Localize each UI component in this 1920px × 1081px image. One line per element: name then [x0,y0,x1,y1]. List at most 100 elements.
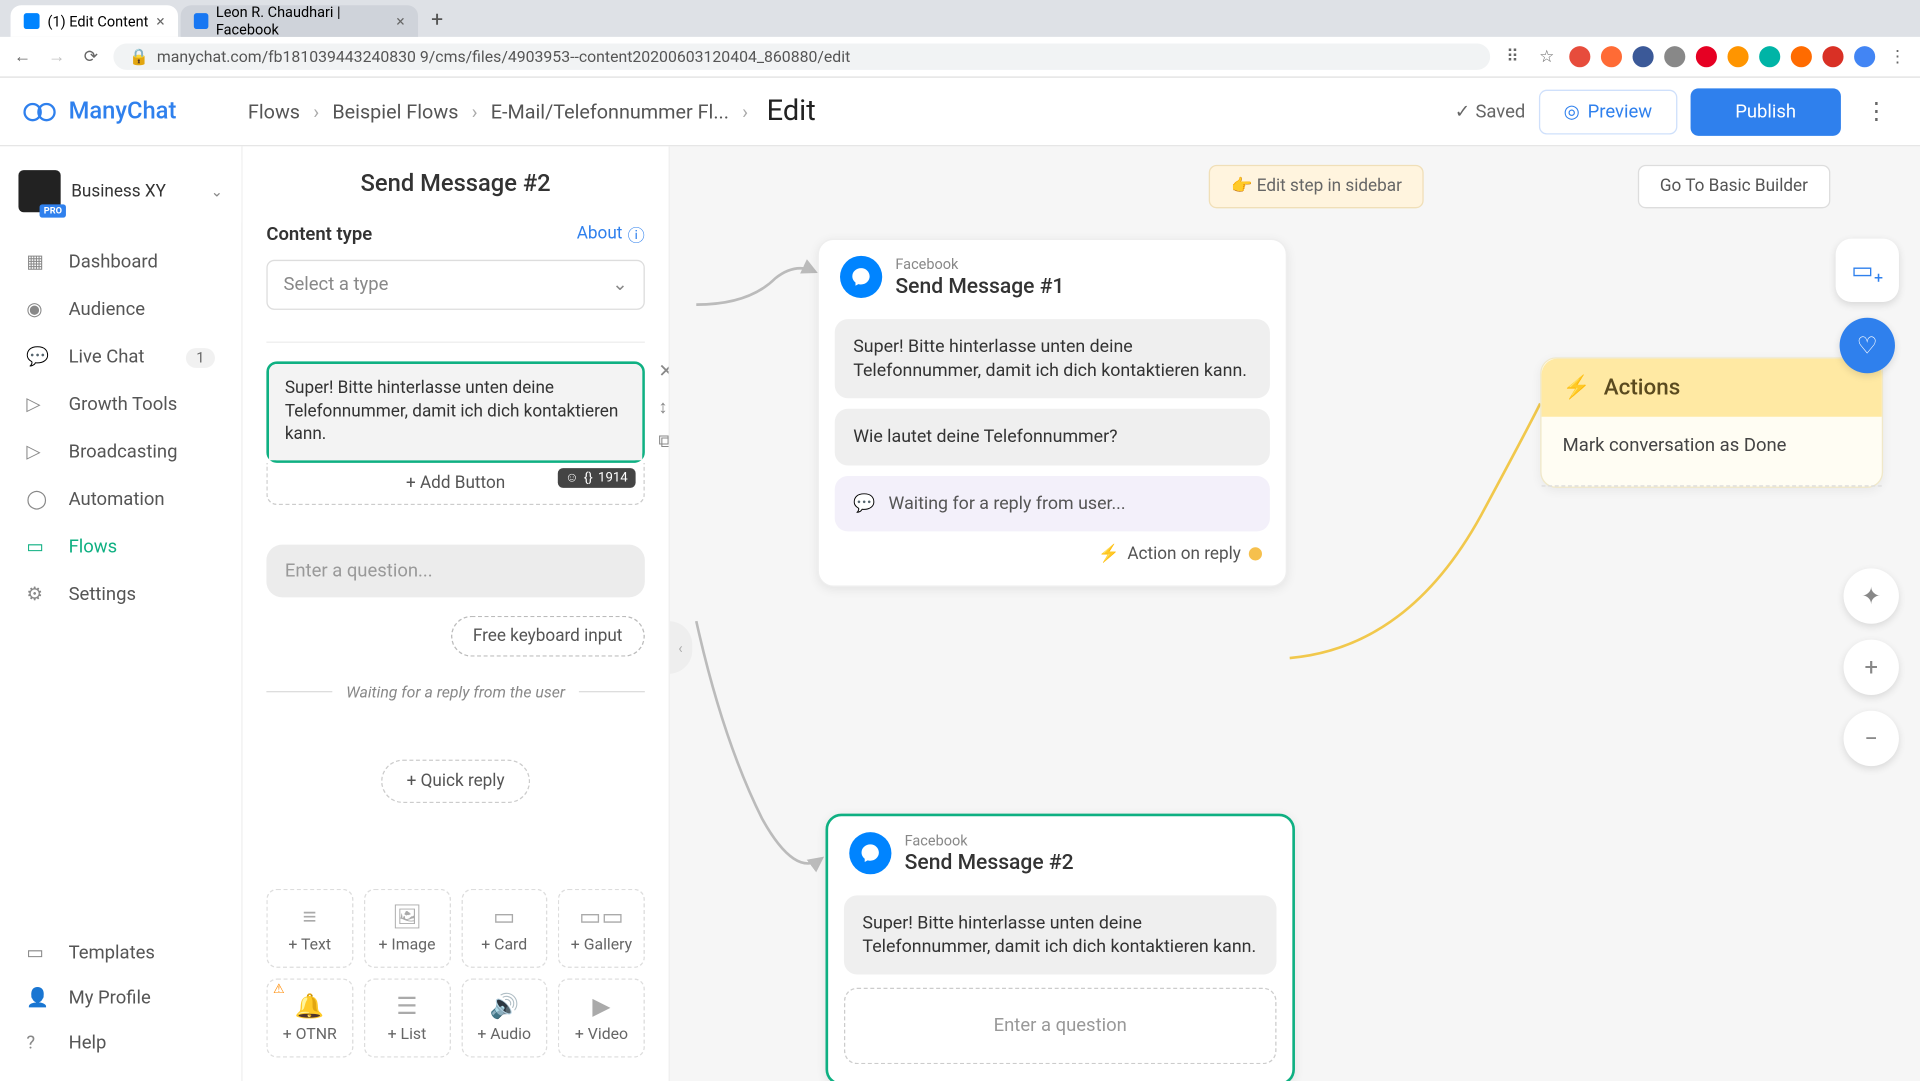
image-icon: 🖼 [370,903,444,929]
sidebar-item-settings[interactable]: ⚙Settings [0,571,241,618]
publish-button[interactable]: Publish [1690,88,1841,135]
tab-title: Leon R. Chaudhari | Facebook [216,4,388,38]
ext-icon[interactable] [1727,46,1748,67]
forward-icon[interactable]: → [45,46,69,67]
sidebar-item-templates[interactable]: ▭Templates [0,931,241,976]
zoom-out-button[interactable]: − [1844,711,1899,766]
content-type-select[interactable]: Select a type ⌄ [266,260,644,310]
message-bubble[interactable]: Super! Bitte hinterlasse unten deine Tel… [844,895,1277,975]
sidebar-item-audience[interactable]: ◉Audience [0,286,241,333]
app-topbar: ManyChat Flows › Beispiel Flows › E-Mail… [0,78,1920,147]
block-type-video[interactable]: ▶+ Video [558,978,645,1057]
translate-icon[interactable]: ⠿ [1501,47,1525,67]
messenger-icon [849,832,891,874]
actions-header: ⚡ Actions [1542,359,1882,417]
brand-logo[interactable]: ManyChat [21,93,232,130]
ext-icon[interactable] [1822,46,1843,67]
node-header: Facebook Send Message #1 [819,240,1286,309]
block-type-otnr[interactable]: 🔔+ OTNR [266,978,353,1057]
sidebar-item-flows[interactable]: ▭Flows [0,524,241,571]
sidebar-item-livechat[interactable]: 💬Live Chat1 [0,334,241,381]
crumb[interactable]: Flows [248,100,300,124]
crumb[interactable]: Beispiel Flows [332,100,458,124]
flow-node-actions[interactable]: ⚡ Actions Mark conversation as Done [1540,357,1883,488]
avatar-icon[interactable] [1854,46,1875,67]
star-icon[interactable]: ☆ [1535,47,1559,67]
new-tab-button[interactable]: + [421,6,454,31]
collapse-panel-handle[interactable]: ‹ [670,621,692,674]
assist-button[interactable]: ♡ [1840,318,1895,373]
sidebar-item-automation[interactable]: ◯Automation [0,476,241,523]
reload-icon[interactable]: ⟳ [79,47,103,67]
block-type-card[interactable]: ▭+ Card [461,889,548,968]
sidebar-item-profile[interactable]: 👤My Profile [0,976,241,1021]
add-button[interactable]: + Add Button ☺ {} 1914 [266,462,644,504]
question-input[interactable]: Enter a question... [266,544,644,597]
step-title[interactable]: Send Message #2 [266,170,644,198]
close-icon[interactable]: × [396,12,404,30]
add-step-button[interactable]: ▭₊ [1836,239,1899,302]
node-title: Send Message #2 [905,849,1074,874]
braces-icon[interactable]: {} [584,470,593,485]
message-block: Super! Bitte hinterlasse unten deine Tel… [266,361,644,504]
kebab-icon[interactable]: ⋮ [1854,92,1899,130]
block-type-image[interactable]: 🖼+ Image [364,889,451,968]
sidebar-item-growth[interactable]: ▷Growth Tools [0,381,241,428]
enter-question-placeholder[interactable]: Enter a question [844,988,1277,1064]
crumb[interactable]: E-Mail/Telefonnummer Fl... [491,100,729,124]
node-title: Send Message #1 [895,273,1064,298]
about-link[interactable]: Aboutⓘ [577,222,645,247]
quick-reply-button[interactable]: + Quick reply [382,759,530,803]
sidebar-item-dashboard[interactable]: ▦Dashboard [0,239,241,286]
duplicate-icon[interactable]: ⧉ [658,431,670,452]
ext-icon[interactable] [1664,46,1685,67]
audience-icon: ◉ [26,299,50,320]
extension-icons: ⠿ ☆ ⋮ [1501,46,1910,67]
flow-node-send-message-2[interactable]: Facebook Send Message #2 Super! Bitte hi… [826,814,1295,1081]
ext-icon[interactable] [1569,46,1590,67]
ext-icon[interactable] [1601,46,1622,67]
back-icon[interactable]: ← [11,46,35,67]
audio-icon: 🔊 [467,993,541,1019]
block-tools: ✕ ↕ ⧉ [658,361,670,452]
ext-icon[interactable] [1633,46,1654,67]
block-type-audio[interactable]: 🔊+ Audio [461,978,548,1057]
workspace-switcher[interactable]: PRO Business XY ⌄ [0,160,241,223]
menu-icon[interactable]: ⋮ [1886,47,1910,67]
magic-button[interactable]: ✦ [1844,568,1899,623]
ext-icon[interactable] [1791,46,1812,67]
connector-dot[interactable] [1249,548,1262,561]
flow-canvas[interactable]: ‹ 👉 Edit step in sidebar Go To Basic Bui… [670,146,1920,1081]
move-icon[interactable]: ↕ [658,396,670,418]
message-bubble[interactable]: Super! Bitte hinterlasse unten deine Tel… [835,319,1270,399]
sidebar-item-help[interactable]: ?Help [0,1021,241,1066]
message-text[interactable]: Super! Bitte hinterlasse unten deine Tel… [269,364,642,460]
edit-in-sidebar-button[interactable]: 👉 Edit step in sidebar [1209,165,1425,209]
actions-item[interactable]: Mark conversation as Done [1542,417,1882,487]
preview-button[interactable]: ◎ Preview [1539,89,1678,134]
sidebar-item-broadcasting[interactable]: ▷Broadcasting [0,429,241,476]
message-card[interactable]: Super! Bitte hinterlasse unten deine Tel… [266,361,644,462]
flow-node-send-message-1[interactable]: Facebook Send Message #1 Super! Bitte hi… [818,239,1287,587]
bolt-icon: ⚡ [1563,375,1591,401]
chat-icon: 💬 [26,347,50,368]
node-channel: Facebook [895,256,1064,273]
block-type-text[interactable]: ≡+ Text [266,889,353,968]
question-bubble[interactable]: Wie lautet deine Telefonnummer? [835,409,1270,465]
emoji-icon[interactable]: ☺ [565,470,578,485]
block-type-list[interactable]: ☰+ List [364,978,451,1057]
close-icon[interactable]: ✕ [658,361,670,382]
browser-tab-active[interactable]: (1) Edit Content × [11,5,178,37]
url-field[interactable]: 🔒 manychat.com/fb181039443240830 9/cms/f… [113,44,1490,70]
zoom-in-button[interactable]: + [1844,640,1899,695]
free-keyboard-chip[interactable]: Free keyboard input [450,615,644,656]
browser-tab[interactable]: Leon R. Chaudhari | Facebook × [181,5,418,37]
block-type-gallery[interactable]: ▭▭+ Gallery [558,889,645,968]
ext-icon[interactable] [1759,46,1780,67]
action-on-reply[interactable]: ⚡ Action on reply [835,531,1270,567]
check-icon: ✓ [1455,101,1470,122]
goto-basic-builder-button[interactable]: Go To Basic Builder [1637,165,1830,209]
ext-icon[interactable] [1696,46,1717,67]
gear-icon: ⚙ [26,584,50,605]
close-icon[interactable]: × [156,12,164,30]
